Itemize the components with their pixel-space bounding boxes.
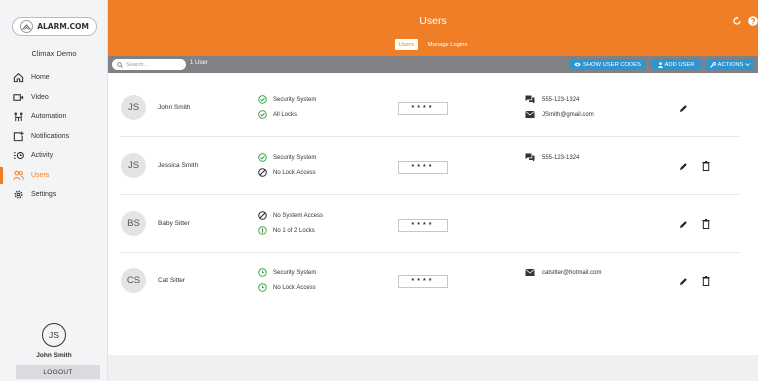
sidebar-item-label: Activity xyxy=(31,152,54,160)
check-circle-icon xyxy=(258,110,267,119)
page-title: Users xyxy=(419,15,447,27)
check-circle-icon xyxy=(258,95,267,104)
home-icon xyxy=(13,73,24,83)
notifications-icon xyxy=(13,131,24,141)
search-placeholder: Search... xyxy=(126,61,149,68)
lock-access: No 1 of 2 Locks xyxy=(258,226,315,235)
schedule-icon xyxy=(258,268,267,277)
brand-logo[interactable]: ALARM.COM xyxy=(12,17,97,36)
logo-text: ALARM.COM xyxy=(37,22,89,31)
show-user-codes-button[interactable]: SHOW USER CODES xyxy=(570,59,645,70)
chat-bubbles-icon xyxy=(525,153,535,162)
search-icon xyxy=(117,61,123,68)
envelope-icon xyxy=(525,269,535,276)
system-access: Security System xyxy=(258,153,316,162)
sidebar-item-notifications[interactable]: Notifications xyxy=(0,127,108,147)
contact-phone: 555-123-1324 xyxy=(525,153,579,162)
refresh-icon[interactable] xyxy=(732,16,742,26)
user-code: **** xyxy=(398,219,448,232)
sidebar-item-label: Automation xyxy=(31,113,67,121)
user-row[interactable]: JS Jessica Smith Security System No Lock… xyxy=(108,136,758,194)
delete-icon[interactable] xyxy=(702,219,710,229)
sidebar-item-label: Users xyxy=(31,171,50,179)
account-name: Climax Demo xyxy=(31,49,77,58)
user-count: 1 User xyxy=(190,60,208,66)
user-name[interactable]: John Smith xyxy=(158,104,191,111)
search-input[interactable]: Search... xyxy=(112,59,186,70)
current-user-name: John Smith xyxy=(36,352,72,359)
sidebar-item-users[interactable]: Users xyxy=(0,166,108,186)
user-code: **** xyxy=(398,161,448,174)
wrench-icon xyxy=(709,61,716,68)
delete-icon[interactable] xyxy=(702,276,710,286)
sidebar-item-label: Home xyxy=(31,74,50,82)
activity-icon xyxy=(13,152,24,160)
users-toolbar: Search... 1 User SHOW USER CODES ADD USE… xyxy=(108,56,758,73)
user-name[interactable]: Jessica Smith xyxy=(158,162,198,169)
partial-access-icon xyxy=(258,226,267,235)
contact-email: JSmith@gmail.com xyxy=(525,110,594,119)
actions-dropdown[interactable]: ACTIONS xyxy=(706,59,754,70)
user-row[interactable]: JS John Smith Security System All Locks … xyxy=(108,79,758,137)
envelope-icon xyxy=(525,111,535,118)
sidebar-item-label: Video xyxy=(31,93,49,101)
eye-icon xyxy=(574,62,581,67)
tab-users[interactable]: Users xyxy=(394,39,418,50)
no-access-icon xyxy=(258,168,267,177)
edit-icon[interactable] xyxy=(679,220,688,229)
logo-mark-icon xyxy=(20,20,34,33)
edit-icon[interactable] xyxy=(679,104,688,113)
lock-access: No Lock Access xyxy=(258,168,316,177)
user-icon xyxy=(657,61,663,68)
edit-icon[interactable] xyxy=(679,277,688,286)
sidebar-item-label: Notifications xyxy=(31,132,70,140)
sidebar-item-automation[interactable]: Automation xyxy=(0,107,108,127)
user-avatar: BS xyxy=(121,211,146,236)
page-header: Users Users Manage Logins xyxy=(108,0,758,56)
user-row[interactable]: CS Cat Sitter Security System No Lock Ac… xyxy=(108,252,758,310)
chevron-down-icon xyxy=(745,63,751,66)
settings-icon xyxy=(14,190,23,199)
sidebar-item-home[interactable]: Home xyxy=(0,68,108,88)
add-user-button[interactable]: ADD USER xyxy=(651,59,701,70)
header-tabs: Users Manage Logins xyxy=(108,39,758,50)
edit-icon[interactable] xyxy=(679,162,688,171)
chat-bubbles-icon xyxy=(525,95,535,104)
user-avatar: CS xyxy=(121,268,146,293)
contact-email: catsitter@hotmail.com xyxy=(525,268,601,277)
lock-access: All Locks xyxy=(258,110,297,119)
user-name[interactable]: Cat Sitter xyxy=(158,277,185,284)
user-avatar: JS xyxy=(121,95,146,120)
user-row[interactable]: BS Baby Sitter No System Access No 1 of … xyxy=(108,194,758,252)
sidebar: ALARM.COM Climax Demo Home Video Automat… xyxy=(0,0,108,381)
schedule-icon xyxy=(258,283,267,292)
no-access-icon xyxy=(258,211,267,220)
tab-manage-logins[interactable]: Manage Logins xyxy=(424,39,472,50)
system-access: Security System xyxy=(258,268,316,277)
check-circle-icon xyxy=(258,153,267,162)
sidebar-item-label: Settings xyxy=(31,191,57,199)
sidebar-item-video[interactable]: Video xyxy=(0,88,108,108)
sidebar-item-activity[interactable]: Activity xyxy=(0,146,108,166)
video-icon xyxy=(13,93,24,101)
users-list: JS John Smith Security System All Locks … xyxy=(108,73,758,355)
sidebar-item-settings[interactable]: Settings xyxy=(0,185,108,205)
lock-access: No Lock Access xyxy=(258,283,316,292)
sidebar-nav: Home Video Automation Notifications Acti… xyxy=(0,68,108,205)
users-icon xyxy=(13,170,24,180)
user-code: **** xyxy=(398,275,448,288)
help-icon[interactable] xyxy=(748,16,758,26)
automation-icon xyxy=(14,112,23,122)
logout-button[interactable]: LOGOUT xyxy=(16,365,100,379)
user-code: **** xyxy=(398,102,448,115)
delete-icon[interactable] xyxy=(702,161,710,171)
user-name[interactable]: Baby Sitter xyxy=(158,220,190,227)
user-avatar: JS xyxy=(121,153,146,178)
current-user-avatar[interactable]: JS xyxy=(42,323,66,347)
contact-phone: 555-123-1324 xyxy=(525,95,579,104)
system-access: Security System xyxy=(258,95,316,104)
system-access: No System Access xyxy=(258,211,323,220)
